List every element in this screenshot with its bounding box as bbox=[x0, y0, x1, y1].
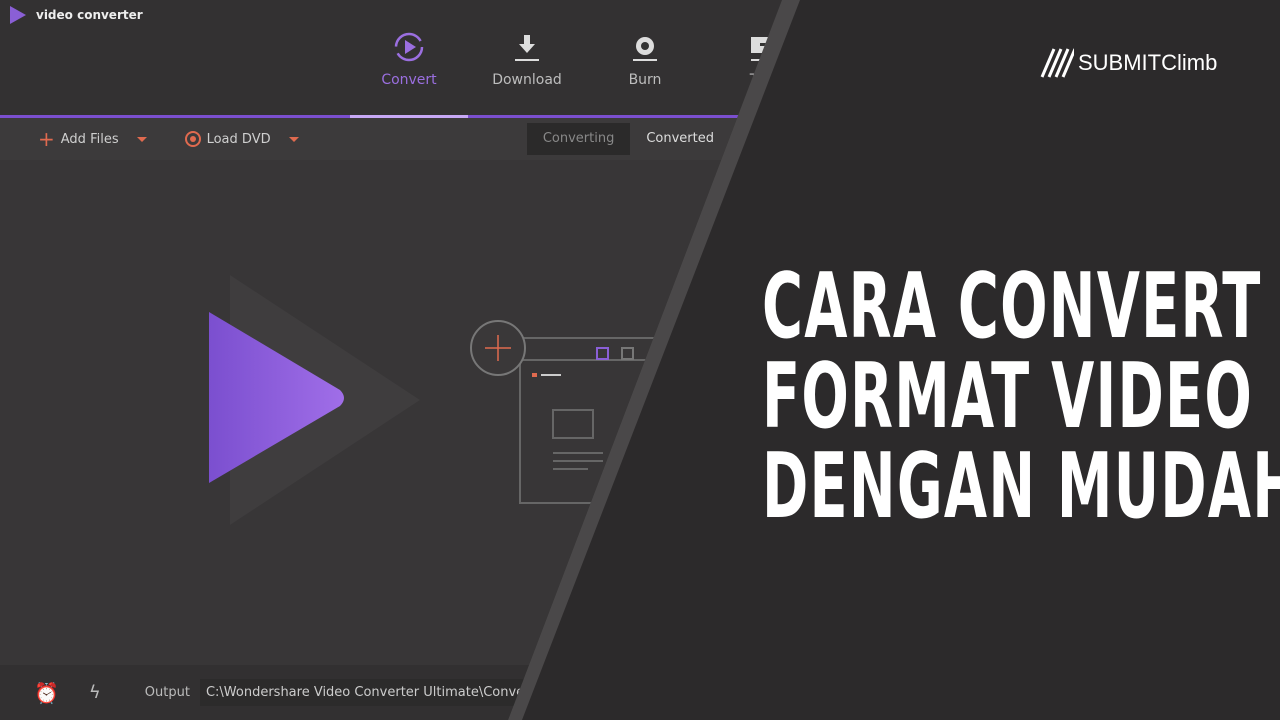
bottom-bar: ⏰ ϟ Output C:\Wondershare Video Converte… bbox=[0, 665, 740, 720]
tab-convert[interactable]: Convert bbox=[350, 30, 468, 88]
load-dvd-label: Load DVD bbox=[206, 131, 271, 147]
tab-label: Download bbox=[492, 72, 562, 88]
tab-converted[interactable]: Converted bbox=[630, 123, 730, 155]
load-dvd-button[interactable]: Load DVD bbox=[184, 131, 299, 147]
add-files-button[interactable]: + Add Files bbox=[38, 127, 147, 151]
chevron-down-icon[interactable] bbox=[136, 136, 147, 142]
toolbar: + Add Files Load DVD Converting Converted bbox=[0, 118, 740, 160]
tab-download[interactable]: Download bbox=[468, 30, 586, 88]
tab-converting[interactable]: Converting bbox=[526, 123, 631, 155]
headline-line: FORMAT VIDEO bbox=[762, 344, 1254, 449]
brand-name: SUBMITClimb bbox=[1078, 50, 1218, 75]
burn-icon bbox=[633, 37, 657, 61]
disc-icon bbox=[184, 131, 201, 147]
convert-icon bbox=[394, 32, 424, 62]
tab-burn[interactable]: Burn bbox=[586, 30, 704, 88]
play-logo-icon bbox=[10, 6, 26, 24]
app-title: video converter bbox=[36, 8, 143, 22]
output-label: Output bbox=[144, 685, 190, 700]
lightning-icon[interactable]: ϟ bbox=[89, 682, 101, 703]
headline: CARA CONVERT FORMAT VIDEO DENGAN MUDAH bbox=[762, 262, 1280, 532]
headline-line: CARA CONVERT bbox=[762, 254, 1262, 359]
main-nav: Convert Download Burn Trar bbox=[350, 30, 782, 88]
headline-line: DENGAN MUDAH bbox=[762, 434, 1280, 539]
app-logo: video converter bbox=[10, 6, 143, 24]
add-files-label: Add Files bbox=[60, 131, 119, 147]
tab-label: Convert bbox=[381, 72, 437, 88]
brand-stripes-icon bbox=[1040, 48, 1074, 78]
tab-label: Burn bbox=[628, 72, 662, 88]
output-path-field[interactable]: C:\Wondershare Video Converter Ultimate\… bbox=[199, 679, 541, 706]
chevron-down-icon[interactable] bbox=[288, 136, 299, 142]
status-tabs: Converting Converted bbox=[526, 123, 730, 155]
plus-icon: + bbox=[38, 127, 55, 151]
alarm-clock-icon[interactable]: ⏰ bbox=[34, 681, 59, 705]
download-icon bbox=[515, 35, 539, 61]
brand-logo: SUBMITClimb bbox=[1040, 48, 1217, 78]
